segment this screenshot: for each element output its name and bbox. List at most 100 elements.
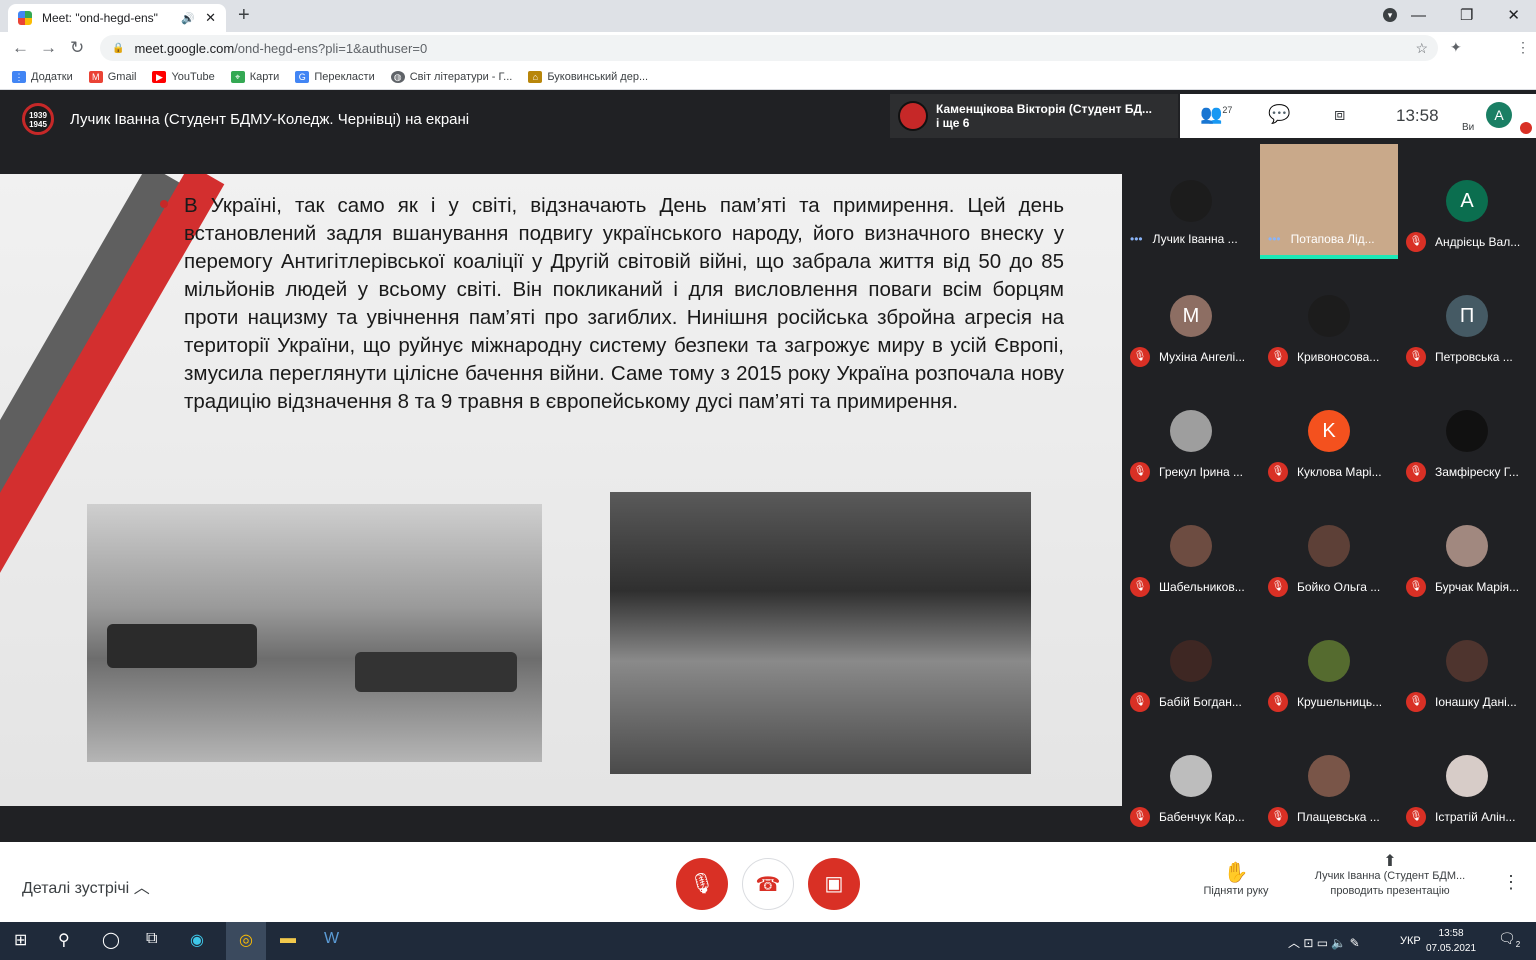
- people-icon[interactable]: 👥27: [1200, 104, 1232, 125]
- forward-icon[interactable]: →: [40, 38, 57, 58]
- participant-tile[interactable]: 🎙 Грекул Ірина ...: [1122, 374, 1260, 489]
- search-icon[interactable]: ⚲: [58, 930, 70, 950]
- participant-tile[interactable]: 🎙 Кривоносова...: [1260, 259, 1398, 374]
- participant-name-row: 🎙 Кривоносова...: [1268, 347, 1396, 367]
- participant-tile[interactable]: П 🎙 Петровська ...: [1398, 259, 1536, 374]
- participant-tile[interactable]: 🎙 Шабельников...: [1122, 489, 1260, 604]
- more-options-icon[interactable]: ⋮: [1502, 872, 1520, 893]
- presentation-slide: В Україні, так само як і у світі, відзна…: [0, 174, 1122, 806]
- taskbar-clock[interactable]: 13:58 07.05.2021: [1426, 926, 1476, 956]
- active-speaker-chip[interactable]: Каменщікова Вікторія (Студент БД... і ще…: [890, 94, 1178, 138]
- tab-title: Meet: "ond-hegd-ens": [42, 11, 158, 25]
- participant-tile[interactable]: ••• Потапова Лід...: [1260, 144, 1398, 259]
- participant-tile[interactable]: 🎙 Бойко Ольга ...: [1260, 489, 1398, 604]
- participant-tile[interactable]: 🎙 Бабій Богдан...: [1122, 604, 1260, 719]
- participant-tile[interactable]: 🎙 Істратій Алін...: [1398, 719, 1536, 834]
- participant-avatar: [1308, 755, 1350, 797]
- participant-tile[interactable]: K 🎙 Куклова Марі...: [1260, 374, 1398, 489]
- tab-search-icon[interactable]: ▾: [1383, 8, 1397, 22]
- close-tab-icon[interactable]: ✕: [205, 10, 216, 26]
- camera-toggle-button[interactable]: ▣: [808, 858, 860, 910]
- presentation-status-button[interactable]: ⬆ Лучик Іванна (Студент БДМ... проводить…: [1296, 854, 1484, 899]
- participant-tile[interactable]: 🎙 Плащевська ...: [1260, 719, 1398, 834]
- url-bar[interactable]: 🔒 meet.google.com /ond-hegd-ens?pli=1&au…: [100, 35, 1438, 61]
- participant-tile[interactable]: 🎙 Бурчак Марія...: [1398, 489, 1536, 604]
- participant-name: Бурчак Марія...: [1435, 580, 1520, 594]
- speaker-icon[interactable]: 🔊: [181, 12, 195, 25]
- notifications-icon[interactable]: 🗨2: [1498, 930, 1520, 949]
- mic-off-icon: 🎙: [1268, 462, 1288, 482]
- extensions-icon[interactable]: ✦: [1450, 39, 1462, 56]
- participant-name: Лучик Іванна ...: [1152, 232, 1238, 246]
- browser-tab[interactable]: Meet: "ond-hegd-ens" 🔊 ✕: [8, 4, 226, 32]
- restore-icon[interactable]: ❐: [1460, 6, 1473, 24]
- bookmark-gmail[interactable]: M Gmail: [88, 70, 136, 83]
- mic-toggle-button[interactable]: 🎙: [676, 858, 728, 910]
- file-explorer-icon[interactable]: ▬: [280, 930, 296, 948]
- participant-tile[interactable]: 🎙 Бабенчук Кар...: [1122, 719, 1260, 834]
- participant-tile[interactable]: 🎙 Крушельниць...: [1260, 604, 1398, 719]
- participant-tile[interactable]: M 🎙 Мухіна Ангелі...: [1122, 259, 1260, 374]
- window-controls: — ❐ ✕: [1411, 0, 1536, 30]
- participant-name-row: 🎙 Бабій Богдан...: [1130, 692, 1258, 712]
- system-tray-icons[interactable]: ︿ ⊡ ▭ 🔈 ✎: [1288, 934, 1360, 951]
- browser-menu-icon[interactable]: ⋮: [1516, 39, 1530, 56]
- bookmark-apps[interactable]: ⋮ Додатки: [12, 70, 73, 83]
- back-icon[interactable]: ←: [12, 38, 29, 58]
- lock-icon[interactable]: 🔒: [112, 43, 124, 54]
- mic-off-icon: 🎙: [1130, 692, 1150, 712]
- tank-silhouette: [107, 624, 257, 668]
- bookmark-youtube[interactable]: ▶ YouTube: [152, 70, 215, 83]
- mic-off-icon: 🎙: [1130, 577, 1150, 597]
- meet-stage: 1939 1945 Лучик Іванна (Студент БДМУ-Кол…: [0, 94, 1536, 842]
- language-indicator[interactable]: УКР: [1400, 935, 1421, 947]
- participant-avatar: [1308, 640, 1350, 682]
- windows-taskbar: ⊞ ⚲ ◯ ⧉ ◉ ◎ ▬ W ︿ ⊡ ▭ 🔈 ✎ УКР 13:58 07.0…: [0, 922, 1536, 960]
- windows-start-icon[interactable]: ⊞: [14, 930, 27, 950]
- tank-silhouette: [355, 652, 517, 692]
- participant-tile[interactable]: A 🎙 Андрієць Вал...: [1398, 144, 1536, 259]
- bookmark-maps[interactable]: ⌖ Карти: [230, 70, 279, 83]
- close-window-icon[interactable]: ✕: [1507, 6, 1520, 24]
- bullet-point: [160, 200, 168, 208]
- edge-icon[interactable]: ◉: [190, 930, 204, 950]
- participant-avatar: [1446, 525, 1488, 567]
- bookmark-translate[interactable]: G Перекласти: [295, 70, 375, 83]
- you-label: Ви: [1462, 122, 1475, 133]
- participant-name-row: 🎙 Мухіна Ангелі...: [1130, 347, 1258, 367]
- chrome-taskbar-icon[interactable]: ◎: [226, 922, 266, 960]
- minimize-icon[interactable]: —: [1411, 7, 1426, 24]
- participant-tile[interactable]: 🎙 Іонашку Дані...: [1398, 604, 1536, 719]
- bookmark-bukovyna[interactable]: ⌂ Буковинський дер...: [528, 70, 648, 83]
- participant-name-row: 🎙 Бойко Ольга ...: [1268, 577, 1396, 597]
- presentation-header: 1939 1945 Лучик Іванна (Студент БДМУ-Кол…: [0, 94, 880, 144]
- bookmark-literature[interactable]: ◍ Світ літератури - Г...: [390, 70, 512, 83]
- new-tab-button[interactable]: +: [238, 4, 250, 27]
- cortana-icon[interactable]: ◯: [102, 930, 120, 950]
- address-toolbar: ← → ↻ 🔒 meet.google.com /ond-hegd-ens?pl…: [0, 32, 1536, 90]
- globe-icon: ◍: [390, 70, 405, 83]
- speaker-avatar: [898, 101, 928, 131]
- participant-name: Замфіреску Г...: [1435, 465, 1519, 479]
- participant-name-row: 🎙 Шабельников...: [1130, 577, 1258, 597]
- reload-icon[interactable]: ↻: [70, 38, 84, 58]
- mic-off-icon: 🎙: [1268, 347, 1288, 367]
- chevron-up-icon: ︿: [133, 880, 150, 897]
- participant-name: Іонашку Дані...: [1435, 695, 1517, 709]
- self-avatar[interactable]: A: [1486, 102, 1512, 128]
- apps-grid-icon: ⋮: [12, 70, 26, 83]
- participant-tile[interactable]: 🎙 Замфіреску Г...: [1398, 374, 1536, 489]
- raise-hand-button[interactable]: ✋ Підняти руку: [1190, 860, 1282, 897]
- participant-name-row: ••• Лучик Іванна ...: [1130, 232, 1258, 246]
- meeting-details-button[interactable]: Деталі зустрічі ︿: [22, 874, 150, 898]
- participant-tile[interactable]: ••• Лучик Іванна ...: [1122, 144, 1260, 259]
- participant-name-row: 🎙 Плащевська ...: [1268, 807, 1396, 827]
- leave-call-button[interactable]: ☎: [742, 858, 794, 910]
- speaking-indicator-icon: •••: [1268, 232, 1281, 246]
- word-icon[interactable]: W: [324, 930, 339, 948]
- bookmark-star-icon[interactable]: ☆: [1415, 40, 1428, 57]
- participant-name-row: 🎙 Істратій Алін...: [1406, 807, 1534, 827]
- task-view-icon[interactable]: ⧉: [146, 930, 157, 948]
- activities-icon[interactable]: ⧈: [1334, 104, 1345, 125]
- chat-icon[interactable]: 💬: [1268, 104, 1290, 125]
